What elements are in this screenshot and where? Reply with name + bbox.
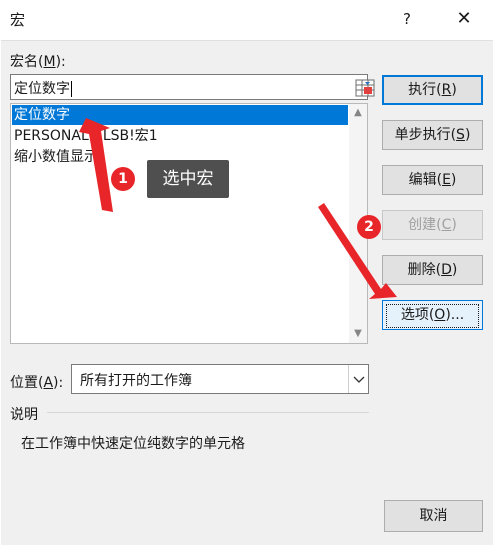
text-caret xyxy=(71,81,72,97)
chevron-down-icon[interactable] xyxy=(348,365,368,393)
options-button[interactable]: 选项(O)... xyxy=(382,300,483,330)
cancel-button[interactable]: 取消 xyxy=(384,500,483,532)
scroll-down-arrow-icon[interactable]: ▼ xyxy=(349,325,367,343)
step-into-button[interactable]: 单步执行(S) xyxy=(382,120,483,150)
title-bar: 宏 ? ✕ xyxy=(0,0,494,40)
location-dropdown[interactable]: 所有打开的工作簿 xyxy=(71,364,369,394)
list-item[interactable]: PERSONAL.XLSB!宏1 xyxy=(12,126,348,146)
collapse-dialog-icon[interactable] xyxy=(355,78,375,98)
location-label: 位置(A): xyxy=(10,375,64,391)
description-text: 在工作簿中快速定位纯数字的单元格 xyxy=(21,436,245,452)
create-button: 创建(C) xyxy=(382,210,483,240)
annotation-marker-1: 1 xyxy=(111,167,135,191)
annotation-marker-2: 2 xyxy=(357,215,381,239)
location-value: 所有打开的工作簿 xyxy=(80,373,192,389)
description-label: 说明 xyxy=(10,407,38,423)
edit-button[interactable]: 编辑(E) xyxy=(382,165,483,195)
run-button[interactable]: 执行(R) xyxy=(382,75,483,105)
macro-name-label: 宏名(M): xyxy=(10,54,66,70)
dialog-title: 宏 xyxy=(10,11,26,29)
macro-list[interactable]: 定位数字 PERSONAL.XLSB!宏1 缩小数值显示 ▲ ▼ xyxy=(10,103,368,344)
help-icon[interactable]: ? xyxy=(396,6,418,32)
close-icon[interactable]: ✕ xyxy=(452,6,476,32)
macro-name-input[interactable]: 定位数字 xyxy=(10,74,375,100)
annotation-callout: 选中宏 xyxy=(147,160,229,198)
divider xyxy=(47,412,369,413)
scroll-up-arrow-icon[interactable]: ▲ xyxy=(349,104,367,122)
delete-button[interactable]: 删除(D) xyxy=(382,255,483,285)
list-item[interactable]: 定位数字 xyxy=(12,105,348,125)
macro-name-value: 定位数字 xyxy=(14,81,70,97)
